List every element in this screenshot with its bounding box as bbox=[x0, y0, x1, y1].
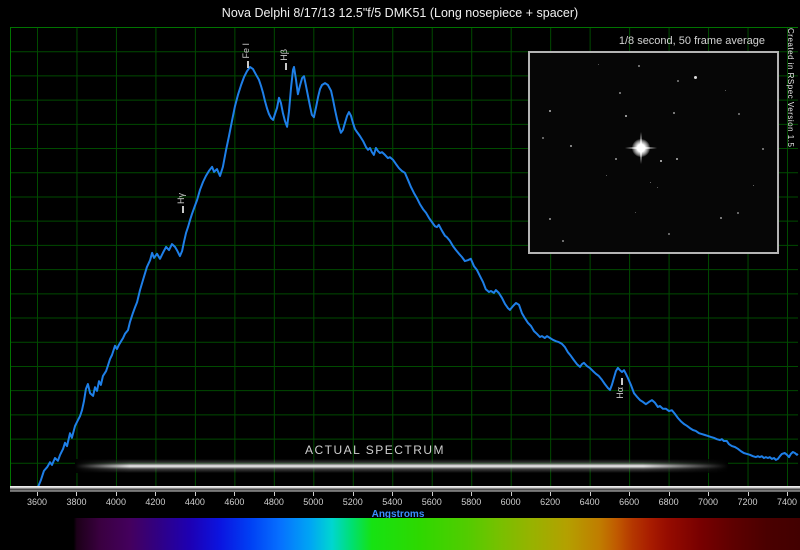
x-tick bbox=[116, 492, 117, 496]
x-axis-bar bbox=[10, 486, 800, 492]
line-label-fei: Fe I bbox=[241, 43, 251, 59]
faint-star bbox=[638, 65, 640, 67]
x-tick-label: 5000 bbox=[303, 497, 323, 507]
faint-star bbox=[725, 90, 726, 91]
x-tick bbox=[432, 492, 433, 496]
x-tick-label: 6200 bbox=[540, 497, 560, 507]
x-tick-label: 5800 bbox=[461, 497, 481, 507]
page-title: Nova Delphi 8/17/13 12.5"f/5 DMK51 (Long… bbox=[0, 6, 800, 20]
x-tick-label: 5200 bbox=[343, 497, 363, 507]
faint-star bbox=[562, 240, 564, 242]
faint-star bbox=[657, 187, 658, 188]
line-tick-hγ bbox=[182, 206, 184, 213]
x-tick-label: 6400 bbox=[580, 497, 600, 507]
x-tick-label: 4200 bbox=[145, 497, 165, 507]
faint-star bbox=[737, 212, 739, 214]
x-tick bbox=[313, 492, 314, 496]
x-tick-label: 7400 bbox=[777, 497, 797, 507]
x-tick bbox=[629, 492, 630, 496]
faint-star bbox=[753, 185, 754, 186]
x-tick-label: 4800 bbox=[264, 497, 284, 507]
faint-star bbox=[615, 158, 617, 160]
x-tick bbox=[37, 492, 38, 496]
x-tick-label: 6000 bbox=[501, 497, 521, 507]
faint-star bbox=[676, 158, 678, 160]
x-tick-label: 3600 bbox=[27, 497, 47, 507]
starfield-inset bbox=[528, 51, 779, 254]
faint-star bbox=[660, 160, 662, 162]
x-tick bbox=[708, 492, 709, 496]
x-tick bbox=[76, 492, 77, 496]
x-tick-label: 5400 bbox=[382, 497, 402, 507]
x-tick-label: 3800 bbox=[66, 497, 86, 507]
line-label-hβ: Hβ bbox=[279, 49, 289, 61]
faint-star bbox=[542, 137, 544, 139]
x-tick bbox=[155, 492, 156, 496]
faint-star bbox=[606, 175, 607, 176]
strip-fade-left bbox=[75, 459, 130, 473]
faint-star bbox=[673, 112, 675, 114]
x-tick-label: 6600 bbox=[619, 497, 639, 507]
line-tick-hβ bbox=[285, 63, 287, 70]
x-tick bbox=[353, 492, 354, 496]
x-tick-label: 4000 bbox=[106, 497, 126, 507]
strip-fade-right bbox=[643, 459, 728, 473]
faint-star bbox=[738, 113, 740, 115]
faint-star bbox=[625, 115, 627, 117]
faint-star bbox=[650, 182, 651, 183]
faint-star bbox=[635, 212, 636, 213]
faint-star bbox=[668, 233, 670, 235]
x-tick bbox=[471, 492, 472, 496]
faint-star bbox=[762, 148, 764, 150]
faint-star bbox=[677, 80, 679, 82]
faint-star bbox=[598, 64, 599, 65]
x-tick-label: 4400 bbox=[185, 497, 205, 507]
x-tick bbox=[550, 492, 551, 496]
x-tick bbox=[669, 492, 670, 496]
x-tick-label: 4600 bbox=[224, 497, 244, 507]
x-tick bbox=[590, 492, 591, 496]
x-tick bbox=[392, 492, 393, 496]
x-tick bbox=[787, 492, 788, 496]
x-tick bbox=[274, 492, 275, 496]
line-tick-hα bbox=[621, 378, 623, 385]
x-tick-label: 7200 bbox=[738, 497, 758, 507]
faint-star bbox=[720, 217, 722, 219]
x-tick-label: 7000 bbox=[698, 497, 718, 507]
x-tick-label: 5600 bbox=[422, 497, 442, 507]
line-label-hγ: Hγ bbox=[176, 193, 186, 204]
rspec-spectrum-chart: Nova Delphi 8/17/13 12.5"f/5 DMK51 (Long… bbox=[0, 0, 800, 550]
x-tick-label: 6800 bbox=[659, 497, 679, 507]
star-core bbox=[632, 139, 650, 157]
line-label-hα: Hα bbox=[615, 387, 625, 399]
faint-star bbox=[570, 145, 572, 147]
spectrum-colorbar bbox=[0, 518, 800, 550]
x-tick bbox=[511, 492, 512, 496]
faint-star bbox=[549, 110, 551, 112]
actual-spectrum-label: ACTUAL SPECTRUM bbox=[305, 443, 445, 457]
inset-caption: 1/8 second, 50 frame average bbox=[530, 35, 777, 47]
line-tick-fei bbox=[247, 61, 249, 68]
x-tick bbox=[234, 492, 235, 496]
x-tick bbox=[748, 492, 749, 496]
actual-spectrum-strip bbox=[75, 459, 728, 473]
faint-star bbox=[549, 218, 551, 220]
x-tick bbox=[195, 492, 196, 496]
faint-star bbox=[619, 92, 621, 94]
rspec-watermark: Created in RSpec Version 1.5 bbox=[786, 28, 795, 147]
faint-star bbox=[694, 76, 697, 79]
